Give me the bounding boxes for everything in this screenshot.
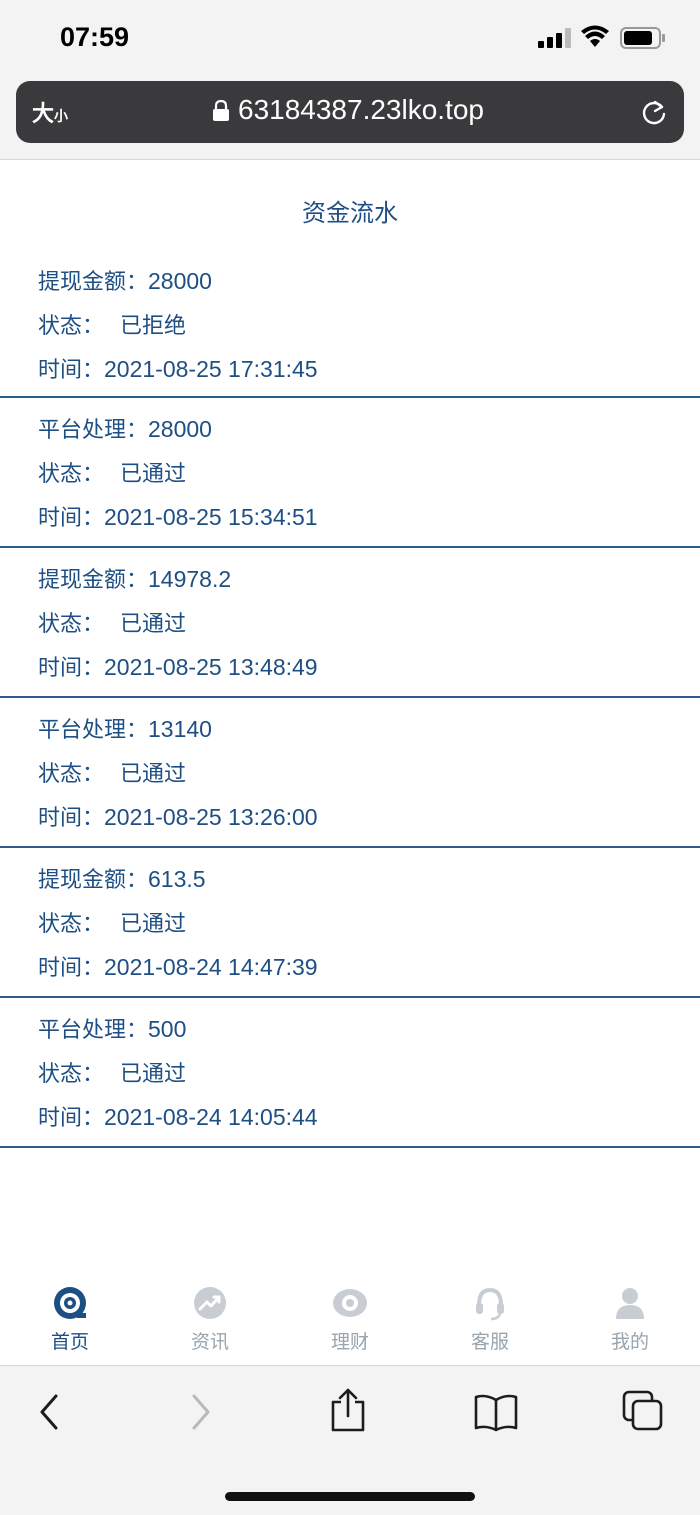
record-time-label: 时间：	[38, 656, 105, 681]
record-type-label: 平台处理：	[38, 718, 149, 743]
list-item: 平台处理：28000 状态： 已通过 时间：2021-08-25 15:34:51	[0, 398, 700, 548]
record-status-label: 状态：	[38, 314, 105, 339]
record-time: 2021-08-25 13:48:49	[104, 654, 318, 680]
record-status-label: 状态：	[38, 612, 105, 637]
record-type-label: 提现金额：	[38, 868, 149, 893]
record-status: 已通过	[120, 1062, 187, 1087]
status-time: 07:59	[60, 22, 130, 52]
record-status-label: 状态：	[38, 762, 105, 787]
fund-flow-list: 提现金额：28000 状态： 已拒绝 时间：2021-08-25 17:31:45…	[0, 250, 700, 1148]
tab-news[interactable]: 资讯	[140, 1285, 280, 1354]
tab-label: 首页	[50, 1331, 89, 1353]
tabs-icon[interactable]	[622, 1390, 664, 1432]
record-amount: 14978.2	[148, 566, 232, 592]
tab-finance[interactable]: 理财	[280, 1285, 420, 1354]
text-size-label-small: 小	[54, 109, 69, 125]
tab-label: 资讯	[190, 1331, 229, 1353]
record-type-label: 平台处理：	[38, 1018, 149, 1043]
text-size-button[interactable]: 大小	[32, 96, 68, 128]
cellular-signal-icon	[538, 28, 571, 48]
record-time-label: 时间：	[38, 1106, 105, 1131]
tab-bar: 首页 资讯 理财 客服 我的	[0, 1275, 700, 1365]
forward-icon[interactable]	[180, 1392, 220, 1432]
tab-home[interactable]: 首页	[0, 1285, 140, 1354]
record-status: 已通过	[120, 762, 187, 787]
record-type-label: 提现金额：	[38, 270, 149, 295]
browser-address-area: 大小 63184387.23lko.top	[0, 75, 700, 160]
record-status-label: 状态：	[38, 462, 105, 487]
record-status: 已通过	[120, 612, 187, 637]
support-icon	[476, 1287, 504, 1321]
record-time: 2021-08-25 13:26:00	[104, 804, 318, 830]
record-amount: 28000	[148, 416, 212, 442]
record-time-label: 时间：	[38, 506, 105, 531]
list-item: 平台处理：13140 状态： 已通过 时间：2021-08-25 13:26:00	[0, 698, 700, 848]
bookmarks-icon[interactable]	[474, 1392, 518, 1432]
tab-label: 客服	[470, 1331, 509, 1353]
list-item: 提现金额：28000 状态： 已拒绝 时间：2021-08-25 17:31:45	[0, 250, 700, 398]
text-size-label-big: 大	[32, 102, 55, 127]
record-time-label: 时间：	[38, 358, 105, 383]
record-amount: 613.5	[148, 866, 206, 892]
record-time: 2021-08-24 14:47:39	[104, 954, 318, 980]
record-status: 已通过	[120, 462, 187, 487]
back-icon[interactable]	[30, 1392, 70, 1432]
news-icon	[194, 1287, 226, 1319]
record-status-label: 状态：	[38, 912, 105, 937]
tab-label: 理财	[330, 1331, 369, 1353]
lock-icon	[213, 100, 229, 121]
tab-support[interactable]: 客服	[420, 1285, 560, 1354]
status-bar: 07:59	[0, 0, 700, 75]
address-bar[interactable]: 大小 63184387.23lko.top	[16, 81, 684, 143]
record-status: 已通过	[120, 912, 187, 937]
record-time-label: 时间：	[38, 806, 105, 831]
record-time: 2021-08-24 14:05:44	[104, 1104, 318, 1130]
url-text[interactable]: 63184387.23lko.top	[238, 94, 484, 126]
record-time: 2021-08-25 17:31:45	[104, 356, 318, 382]
record-type-label: 提现金额：	[38, 568, 149, 593]
profile-icon	[616, 1288, 644, 1319]
tab-profile[interactable]: 我的	[560, 1285, 700, 1354]
list-item: 平台处理：500 状态： 已通过 时间：2021-08-24 14:05:44	[0, 998, 700, 1148]
finance-icon	[333, 1289, 367, 1317]
reload-icon[interactable]	[640, 97, 668, 127]
list-item: 提现金额：14978.2 状态： 已通过 时间：2021-08-25 13:48:…	[0, 548, 700, 698]
record-time: 2021-08-25 15:34:51	[104, 504, 318, 530]
battery-icon	[620, 27, 665, 49]
page-title: 资金流水	[302, 199, 398, 227]
record-status-label: 状态：	[38, 1062, 105, 1087]
home-indicator[interactable]	[225, 1492, 475, 1501]
wifi-icon	[581, 25, 609, 47]
record-amount: 28000	[148, 268, 212, 294]
share-icon[interactable]	[327, 1388, 369, 1432]
record-amount: 500	[148, 1016, 187, 1042]
record-type-label: 平台处理：	[38, 418, 149, 443]
home-icon	[54, 1287, 86, 1319]
record-amount: 13140	[148, 716, 212, 742]
tab-label: 我的	[610, 1331, 649, 1353]
record-status: 已拒绝	[120, 314, 187, 339]
record-time-label: 时间：	[38, 956, 105, 981]
list-item: 提现金额：613.5 状态： 已通过 时间：2021-08-24 14:47:39	[0, 848, 700, 998]
